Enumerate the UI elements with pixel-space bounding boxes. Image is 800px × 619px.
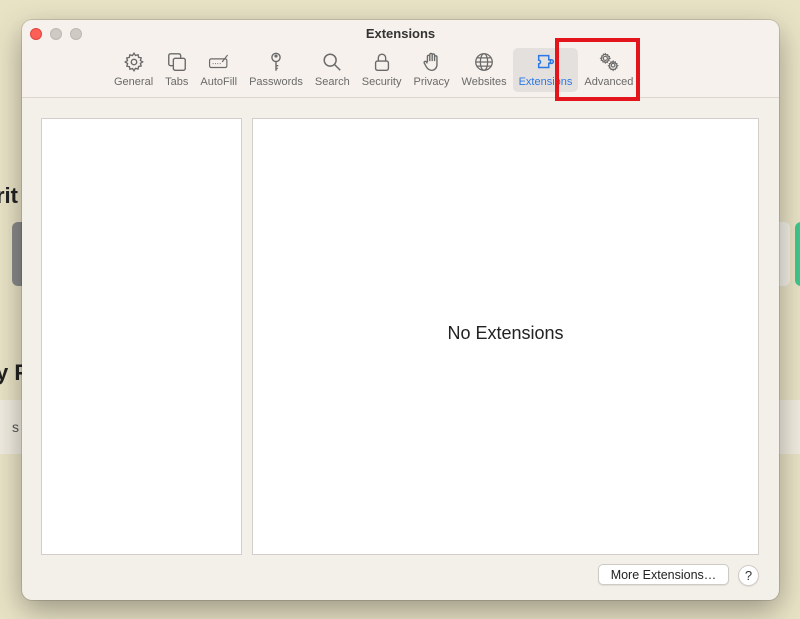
puzzle-icon <box>537 54 554 69</box>
tab-privacy[interactable]: Privacy <box>407 48 455 92</box>
help-button[interactable]: ? <box>738 565 759 586</box>
globe-icon <box>475 53 493 71</box>
tab-passwords[interactable]: Passwords <box>243 48 309 92</box>
tab-tabs[interactable]: Tabs <box>159 48 194 92</box>
hand-icon <box>423 52 438 71</box>
tab-label: Advanced <box>584 76 634 88</box>
tab-label: Extensions <box>518 76 573 88</box>
lock-icon <box>374 53 389 71</box>
background-tile <box>778 222 790 286</box>
extensions-list[interactable] <box>41 118 242 555</box>
tab-general[interactable]: General <box>108 48 159 92</box>
tab-search[interactable]: Search <box>309 48 356 92</box>
tab-label: Search <box>314 76 350 88</box>
tab-autofill[interactable]: AutoFill <box>194 48 243 92</box>
gears-icon <box>599 52 619 72</box>
background-favorites-heading: rit <box>0 183 18 208</box>
gear-icon <box>123 52 144 72</box>
window-titlebar: Extensions General Tabs AutoFill Passwor… <box>22 20 779 98</box>
tab-label: Passwords <box>249 76 303 88</box>
tab-extensions[interactable]: Extensions <box>512 48 579 92</box>
background-bar-text: s <box>12 419 19 435</box>
key-icon <box>271 52 281 71</box>
more-extensions-button[interactable]: More Extensions… <box>598 564 729 585</box>
autofill-icon <box>208 54 228 69</box>
window-title: Extensions <box>365 26 436 41</box>
extension-detail-pane: No Extensions <box>252 118 759 555</box>
background-tile <box>795 222 800 286</box>
tab-label: Privacy <box>413 76 450 88</box>
tab-label: Security <box>361 76 402 88</box>
tab-label: AutoFill <box>200 76 238 88</box>
empty-state-message: No Extensions <box>447 323 564 343</box>
tab-label: Tabs <box>165 76 189 88</box>
preferences-window: Extensions General Tabs AutoFill Passwor… <box>22 20 779 600</box>
tab-security[interactable]: Security <box>356 48 408 92</box>
preferences-toolbar: General Tabs AutoFill Passwords Search S… <box>108 48 639 94</box>
search-icon <box>323 53 342 71</box>
tab-label: Websites <box>461 76 507 88</box>
tab-label: General <box>114 76 154 88</box>
tab-websites[interactable]: Websites <box>456 48 513 92</box>
tab-advanced[interactable]: Advanced <box>578 48 639 92</box>
tabs-icon <box>167 53 186 71</box>
